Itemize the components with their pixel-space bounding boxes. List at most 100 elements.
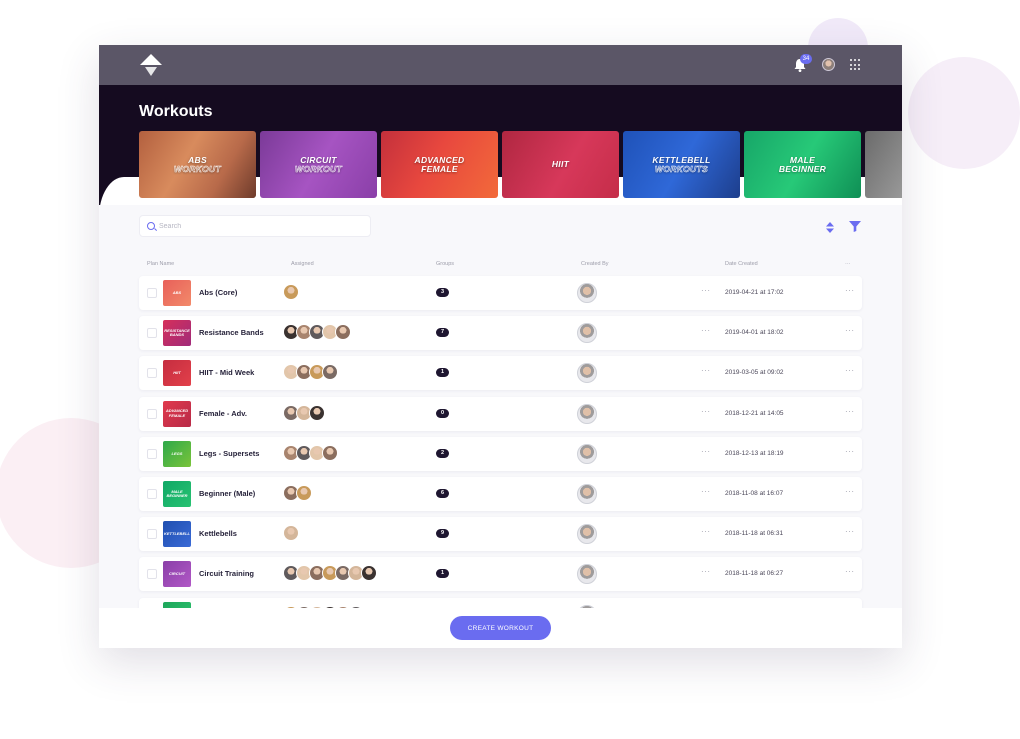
search-box[interactable] <box>139 215 371 237</box>
creator-avatar[interactable] <box>577 323 597 344</box>
row-more-icon[interactable]: ··· <box>701 326 711 335</box>
creator-avatar[interactable] <box>577 363 597 384</box>
banner-sublabel: BEGINNER <box>778 163 827 174</box>
assigned-user-avatar[interactable] <box>296 485 312 501</box>
assigned-avatars[interactable] <box>283 565 377 583</box>
assigned-avatars[interactable] <box>283 404 325 423</box>
creator-avatar[interactable] <box>577 443 597 464</box>
row-more-icon[interactable]: ··· <box>701 407 711 416</box>
footer-bar: CREATE WORKOUT <box>99 608 902 648</box>
row-checkbox[interactable] <box>147 288 157 298</box>
row-actions-icon[interactable]: ··· <box>845 286 855 295</box>
assigned-avatars[interactable] <box>283 485 312 503</box>
row-actions-icon[interactable]: ··· <box>845 407 855 416</box>
row-checkbox[interactable] <box>147 448 157 459</box>
workout-thumbnail: HIIT <box>163 360 191 387</box>
banner-label: HIIT <box>551 159 570 169</box>
assigned-avatars[interactable] <box>283 324 351 342</box>
creator-avatar[interactable] <box>577 564 597 585</box>
row-checkbox[interactable] <box>147 368 157 379</box>
row-more-icon[interactable]: ··· <box>701 567 711 576</box>
workout-banner[interactable]: HIIT <box>502 131 619 198</box>
thumbnail-label: HIIT <box>173 370 181 376</box>
workout-list-panel: Plan Name Assigned Groups Created By Dat… <box>99 205 902 632</box>
assigned-avatars[interactable] <box>283 444 338 463</box>
workout-banner[interactable]: MALE BEGINNER <box>744 131 861 198</box>
assigned-user-avatar[interactable] <box>283 284 299 300</box>
workout-name[interactable]: Female - Adv. <box>199 409 247 418</box>
creator-avatar[interactable] <box>577 484 597 504</box>
assigned-user-avatar[interactable] <box>309 404 325 421</box>
workout-name[interactable]: Resistance Bands <box>199 328 264 337</box>
row-checkbox[interactable] <box>147 569 157 580</box>
workout-banner[interactable]: KETTLEBELL WORKOUTS <box>623 131 740 198</box>
table-row[interactable]: HIIT HIIT - Mid Week 1 ··· 2019-03-05 at 09:… <box>139 356 862 391</box>
logo-icon[interactable] <box>139 53 163 77</box>
row-actions-icon[interactable]: ··· <box>845 366 855 375</box>
column-header-date-created[interactable]: Date Created <box>725 261 758 267</box>
row-more-icon[interactable]: ··· <box>701 366 711 375</box>
table-row[interactable]: ABS Abs (Core) 3 ··· 2019-04-21 at 17:02 ··· <box>139 276 862 310</box>
assigned-user-avatar[interactable] <box>283 525 299 542</box>
date-created: 2018-11-18 at 06:31 <box>725 530 784 538</box>
create-workout-button[interactable]: CREATE WORKOUT <box>450 616 551 640</box>
workout-banner[interactable]: CIRCUIT WORKOUT <box>260 131 377 198</box>
workout-banner[interactable]: ADVANCED FEMALE <box>381 131 498 198</box>
assigned-user-avatar[interactable] <box>322 364 338 381</box>
row-actions-icon[interactable]: ··· <box>845 487 855 496</box>
row-actions-icon[interactable]: ··· <box>845 326 855 335</box>
notification-badge: 34 <box>800 54 812 64</box>
creator-avatar[interactable] <box>577 403 597 424</box>
banner-sublabel: WORKOUT <box>174 163 221 174</box>
assigned-avatars[interactable] <box>283 364 338 382</box>
row-checkbox[interactable] <box>147 328 157 339</box>
column-header-created-by[interactable]: Created By <box>581 261 609 267</box>
row-more-icon[interactable]: ··· <box>701 487 711 496</box>
workout-thumbnail: CIRCUIT <box>163 561 191 588</box>
creator-avatar[interactable] <box>577 283 597 303</box>
filter-icon[interactable] <box>848 219 862 233</box>
date-created: 2018-11-18 at 06:27 <box>725 570 784 578</box>
assigned-user-avatar[interactable] <box>335 324 351 341</box>
creator-avatar[interactable] <box>577 524 597 545</box>
workout-banner[interactable] <box>865 131 902 198</box>
table-row[interactable]: LEGS Legs - Supersets 2 ··· 2018-12-13 at 18… <box>139 436 862 471</box>
table-row[interactable]: CIRCUIT Circuit Training 1 ··· 2018-11-18 at… <box>139 557 862 592</box>
assigned-avatars[interactable] <box>283 525 299 543</box>
workout-name[interactable]: Circuit Training <box>199 569 254 578</box>
workout-name[interactable]: Legs - Supersets <box>199 449 259 458</box>
search-icon <box>147 222 155 230</box>
date-created: 2019-04-01 at 18:02 <box>725 329 784 337</box>
table-row[interactable]: MALE BEGINNER Beginner (Male) 6 ··· 2018-11-… <box>139 477 862 511</box>
table-row[interactable]: KETTLEBELL Kettlebells 9 ··· 2018-11-18 at 0… <box>139 517 862 552</box>
workout-banner[interactable]: ABS WORKOUT <box>139 131 256 198</box>
workout-name[interactable]: Kettlebells <box>199 529 237 538</box>
row-checkbox[interactable] <box>147 489 157 499</box>
workout-name[interactable]: Beginner (Male) <box>199 489 255 498</box>
column-header-plan-name[interactable]: Plan Name <box>147 261 174 267</box>
row-actions-icon[interactable]: ··· <box>845 447 855 456</box>
column-header-groups[interactable]: Groups <box>436 261 454 267</box>
table-row[interactable]: RESISTANCE BANDS Resistance Bands 7 ··· 2019… <box>139 316 862 351</box>
groups-count-badge: 0 <box>436 408 449 418</box>
search-input[interactable] <box>159 220 359 233</box>
row-actions-icon[interactable]: ··· <box>845 527 855 536</box>
user-avatar[interactable] <box>822 58 835 71</box>
row-more-icon[interactable]: ··· <box>701 447 711 456</box>
assigned-user-avatar[interactable] <box>322 444 338 461</box>
workout-banner-carousel[interactable]: ABS WORKOUT CIRCUIT WORKOUT ADVANCED FEMALE HI… <box>139 131 902 198</box>
table-row[interactable]: ADVANCED FEMALE Female - Adv. 0 ··· 2018-12-… <box>139 396 862 431</box>
assigned-user-avatar[interactable] <box>361 565 377 582</box>
workout-name[interactable]: Abs (Core) <box>199 288 237 297</box>
column-header-more[interactable]: ··· <box>845 261 851 267</box>
column-header-assigned[interactable]: Assigned <box>291 261 314 267</box>
row-more-icon[interactable]: ··· <box>701 527 711 536</box>
workout-name[interactable]: HIIT - Mid Week <box>199 368 254 377</box>
row-more-icon[interactable]: ··· <box>701 286 711 295</box>
sort-icon[interactable] <box>826 222 834 233</box>
assigned-avatars[interactable] <box>283 284 299 302</box>
apps-grid-icon[interactable] <box>850 59 862 71</box>
row-checkbox[interactable] <box>147 408 157 419</box>
row-checkbox[interactable] <box>147 529 157 540</box>
row-actions-icon[interactable]: ··· <box>845 567 855 576</box>
